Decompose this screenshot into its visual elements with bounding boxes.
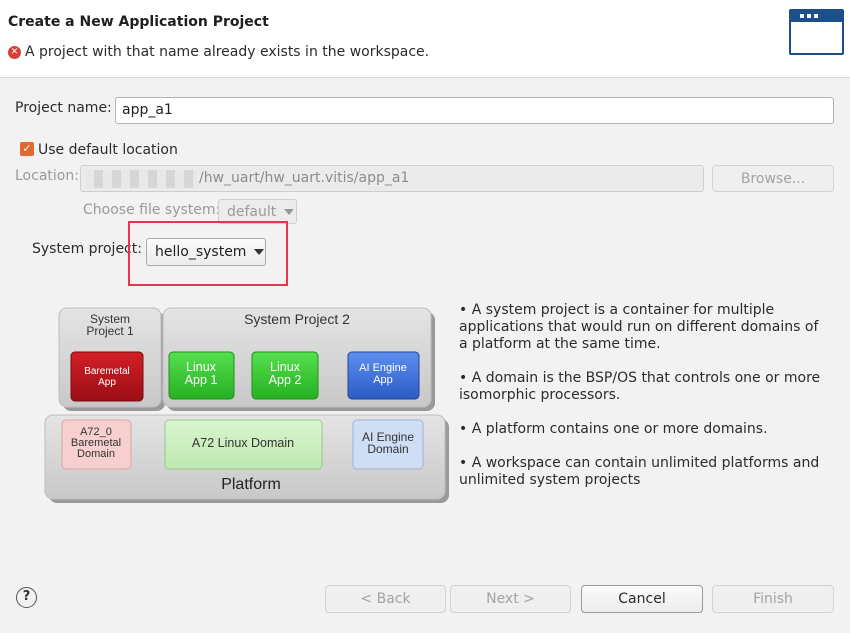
next-button[interactable]: Next > [450,585,571,613]
finish-button[interactable]: Finish [712,585,834,613]
svg-text:App: App [373,374,393,386]
info-bullet-3: • A platform contains one or more domain… [459,421,768,437]
svg-text:Linux: Linux [186,360,217,374]
location-label: Location: [15,168,79,184]
highlight-box [128,221,288,286]
help-icon[interactable]: ? [16,587,37,608]
svg-text:Domain: Domain [367,442,408,456]
info-bullets: • A system project is a container for mu… [459,302,829,506]
info-bullet-2: • A domain is the BSP/OS that controls o… [459,370,821,403]
wizard-window-icon [789,9,844,55]
error-icon: ✕ [8,45,21,59]
svg-text:AI Engine: AI Engine [359,362,407,374]
use-default-location-checkbox[interactable]: ✓ [20,142,34,156]
info-bullet-4: • A workspace can contain unlimited plat… [459,455,820,488]
file-system-value: default [227,203,277,220]
error-message-row: ✕ A project with that name already exist… [8,44,429,60]
back-button[interactable]: < Back [325,585,446,613]
file-system-label: Choose file system: [83,202,221,218]
svg-text:System Project 2: System Project 2 [244,311,350,327]
wizard-header: Create a New Application Project ✕ A pro… [0,0,850,78]
architecture-diagram: System Project 1 Baremetal App System Pr… [44,307,449,503]
svg-text:A72 Linux Domain: A72 Linux Domain [192,436,294,450]
svg-text:Linux: Linux [270,360,301,374]
svg-text:Project 1: Project 1 [86,324,134,338]
wizard-title: Create a New Application Project [8,14,269,30]
browse-button[interactable]: Browse... [712,165,834,192]
svg-text:Baremetal: Baremetal [84,366,130,377]
project-name-label: Project name: [15,100,112,116]
svg-text:Domain: Domain [77,448,115,460]
svg-text:App 1: App 1 [185,373,218,387]
svg-text:Platform: Platform [221,476,281,493]
system-project-label: System project: [32,241,142,257]
project-name-input[interactable]: app_a1 [115,97,834,124]
svg-text:App 2: App 2 [269,373,302,387]
chevron-down-icon [284,208,295,215]
use-default-location-label: Use default location [38,142,178,158]
info-bullet-1: • A system project is a container for mu… [459,302,819,352]
redacted-path [85,170,197,188]
cancel-button[interactable]: Cancel [581,585,703,613]
svg-text:App: App [98,377,116,388]
error-message: A project with that name already exists … [25,44,430,60]
